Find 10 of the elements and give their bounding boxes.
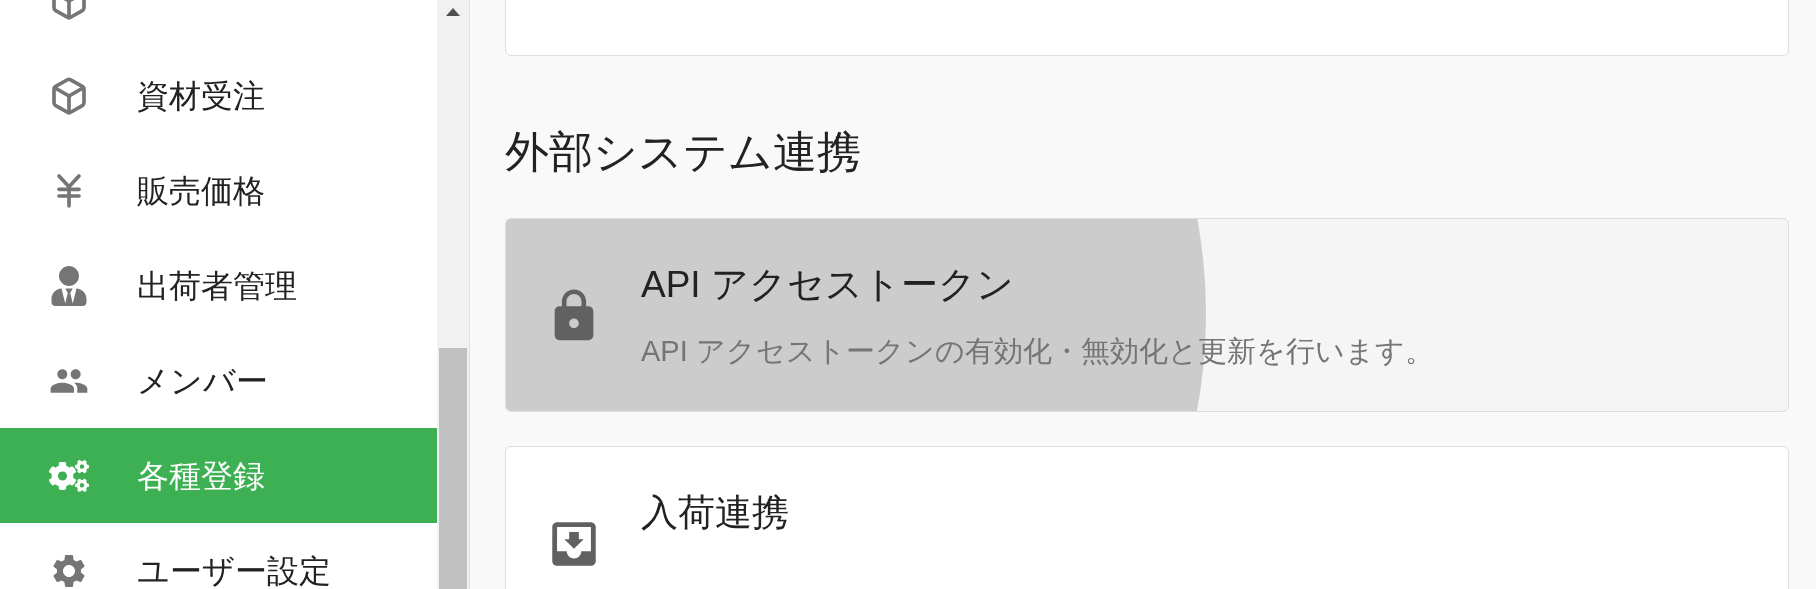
card-description: API アクセストークンの有効化・無効化と更新を行います。 (641, 334, 1434, 369)
card-title: API アクセストークン (641, 263, 1015, 307)
card-title: 入荷連携 (641, 491, 789, 535)
scroll-up-icon[interactable] (446, 8, 460, 16)
scrollbar[interactable] (437, 0, 470, 589)
section-title: 外部システム連携 (505, 126, 862, 178)
settings-card[interactable] (505, 0, 1789, 56)
settings-card[interactable]: 入荷連携 (505, 446, 1789, 589)
settings-card[interactable]: API アクセストークン API アクセストークンの有効化・無効化と更新を行います。 (505, 218, 1789, 412)
scrollbar-thumb[interactable] (439, 348, 467, 589)
